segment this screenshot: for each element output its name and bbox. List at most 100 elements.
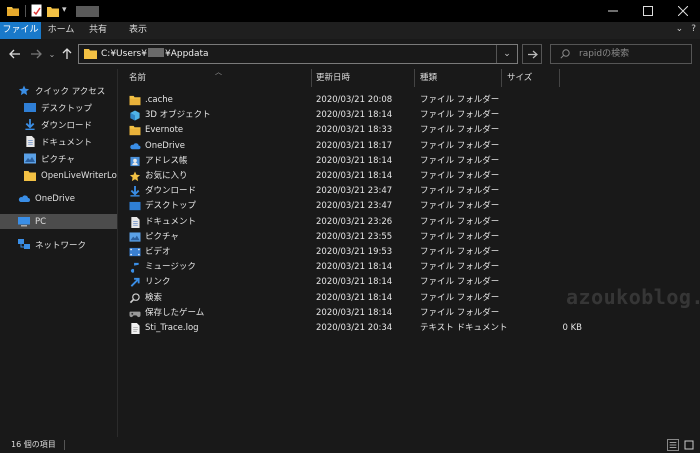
- address-path[interactable]: C:¥Users¥ ¥Appdata: [101, 45, 209, 63]
- arrow-left-icon: [9, 49, 20, 59]
- music-icon: [130, 263, 139, 273]
- minimize-icon: [607, 10, 618, 12]
- large-icons-view-icon[interactable]: [683, 439, 695, 451]
- column-divider[interactable]: [501, 69, 502, 87]
- file-row[interactable]: 3D オブジェクト 2020/03/21 18:14 ファイル フォルダー: [126, 108, 696, 123]
- maximize-button[interactable]: [630, 0, 665, 22]
- separator: [25, 5, 26, 17]
- arrow-right-icon: [527, 50, 538, 58]
- sidebar-item-quick-access[interactable]: クイック アクセス: [0, 83, 135, 98]
- file-row[interactable]: Sti_Trace.log 2020/03/21 20:34 テキスト ドキュメント…: [126, 321, 696, 336]
- folder-icon: [129, 126, 141, 136]
- column-header-size[interactable]: サイズ: [507, 69, 532, 87]
- file-row[interactable]: ミュージック 2020/03/21 18:14 ファイル フォルダー: [126, 260, 696, 275]
- column-header-date[interactable]: 更新日時: [316, 69, 350, 87]
- expand-ribbon-icon[interactable]: ⌄: [676, 24, 684, 34]
- file-row[interactable]: ダウンロード 2020/03/21 23:47 ファイル フォルダー: [126, 184, 696, 199]
- file-type: ファイル フォルダー: [420, 95, 500, 105]
- contacts-icon: [130, 156, 140, 166]
- item-count: 16 個の項目: [11, 440, 56, 449]
- file-type: ファイル フォルダー: [420, 231, 500, 242]
- desktop-icon: [129, 202, 141, 211]
- tab-file[interactable]: ファイル: [0, 22, 41, 39]
- file-name: Evernote: [145, 125, 184, 136]
- go-button[interactable]: [522, 44, 542, 64]
- customize-toolbar-icon[interactable]: ▾: [62, 4, 72, 16]
- file-date: 2020/03/21 18:33: [316, 125, 393, 136]
- help-icon[interactable]: ?: [691, 24, 696, 34]
- pictures-icon: [24, 153, 36, 164]
- file-row[interactable]: ピクチャ 2020/03/21 23:55 ファイル フォルダー: [126, 230, 696, 245]
- title-bar: ▾: [0, 0, 700, 22]
- file-type: ファイル フォルダー: [420, 307, 500, 318]
- column-divider[interactable]: [559, 69, 560, 87]
- file-row[interactable]: お気に入り 2020/03/21 18:14 ファイル フォルダー: [126, 169, 696, 184]
- file-date: 2020/03/21 23:26: [316, 216, 393, 227]
- folder-icon[interactable]: [6, 4, 20, 18]
- sidebar-item-pc[interactable]: PC: [0, 214, 135, 229]
- file-size: 0 KB: [562, 323, 582, 333]
- 3d-objects-icon: [130, 110, 140, 121]
- file-row[interactable]: デスクトップ 2020/03/21 23:47 ファイル フォルダー: [126, 199, 696, 214]
- search-box[interactable]: rapidの検索: [550, 44, 692, 64]
- file-date: 2020/03/21 18:14: [316, 171, 393, 181]
- back-button[interactable]: [8, 47, 22, 61]
- text-file-icon: [131, 323, 140, 334]
- file-date: 2020/03/21 20:08: [316, 95, 393, 105]
- forward-button[interactable]: [29, 47, 43, 61]
- file-row[interactable]: Evernote 2020/03/21 18:33 ファイル フォルダー: [126, 123, 696, 138]
- file-name: ビデオ: [145, 247, 171, 257]
- column-header-type[interactable]: 種類: [420, 69, 437, 87]
- file-type: ファイル フォルダー: [420, 125, 500, 136]
- file-row[interactable]: ビデオ 2020/03/21 19:53 ファイル フォルダー: [126, 245, 696, 260]
- arrow-right-icon: [31, 49, 42, 59]
- tab-view[interactable]: 表示: [123, 22, 153, 39]
- recent-locations-button[interactable]: ⌄: [45, 47, 59, 61]
- minimize-button[interactable]: [595, 0, 630, 22]
- folder-icon: [24, 171, 36, 181]
- file-type: ファイル フォルダー: [420, 262, 500, 273]
- column-header-name[interactable]: 名前: [129, 69, 146, 87]
- separator: [64, 440, 65, 450]
- cloud-icon: [18, 195, 30, 202]
- file-name: ドキュメント: [145, 216, 197, 227]
- column-divider[interactable]: [414, 69, 415, 87]
- column-divider[interactable]: [311, 69, 312, 87]
- file-row[interactable]: .cache 2020/03/21 20:08 ファイル フォルダー: [126, 93, 696, 108]
- address-dropdown-button[interactable]: ⌄: [496, 45, 517, 63]
- tab-share[interactable]: 共有: [86, 22, 110, 39]
- download-icon: [130, 186, 140, 197]
- file-name: リンク: [145, 277, 171, 288]
- file-date: 2020/03/21 23:47: [316, 186, 393, 197]
- tab-home[interactable]: ホーム: [45, 22, 77, 39]
- up-button[interactable]: [60, 47, 74, 61]
- close-button[interactable]: [665, 0, 700, 22]
- file-type: ファイル フォルダー: [420, 201, 500, 212]
- details-view-icon[interactable]: [667, 439, 679, 451]
- file-date: 2020/03/21 18:14: [316, 262, 393, 273]
- maximize-icon: [642, 6, 653, 16]
- search-input[interactable]: rapidの検索: [579, 45, 629, 63]
- file-name: 3D オブジェクト: [145, 110, 211, 121]
- file-type: ファイル フォルダー: [420, 216, 500, 227]
- file-row[interactable]: ドキュメント 2020/03/21 23:26 ファイル フォルダー: [126, 215, 696, 230]
- sidebar-item-onedrive[interactable]: OneDrive: [0, 191, 135, 206]
- file-type: ファイル フォルダー: [420, 277, 500, 288]
- address-bar[interactable]: C:¥Users¥ ¥Appdata ⌄: [78, 44, 518, 64]
- search-icon: [129, 292, 140, 303]
- file-type: ファイル フォルダー: [420, 186, 500, 197]
- new-folder-icon[interactable]: [47, 4, 59, 18]
- file-type: テキスト ドキュメント: [420, 323, 508, 333]
- document-icon: [131, 216, 140, 228]
- sidebar-item-network[interactable]: ネットワーク: [0, 237, 135, 252]
- file-name: 保存したゲーム: [145, 307, 205, 318]
- chevron-down-icon: ⌄: [503, 49, 511, 59]
- arrow-up-icon: [62, 48, 72, 59]
- sidebar-item-label: ネットワーク: [35, 240, 87, 251]
- file-row[interactable]: OneDrive 2020/03/21 18:17 ファイル フォルダー: [126, 139, 696, 154]
- file-type: ファイル フォルダー: [420, 247, 500, 257]
- properties-icon[interactable]: [31, 4, 42, 17]
- file-date: 2020/03/21 18:14: [316, 292, 393, 303]
- file-name: ミュージック: [145, 262, 196, 273]
- file-row[interactable]: アドレス帳 2020/03/21 18:14 ファイル フォルダー: [126, 154, 696, 169]
